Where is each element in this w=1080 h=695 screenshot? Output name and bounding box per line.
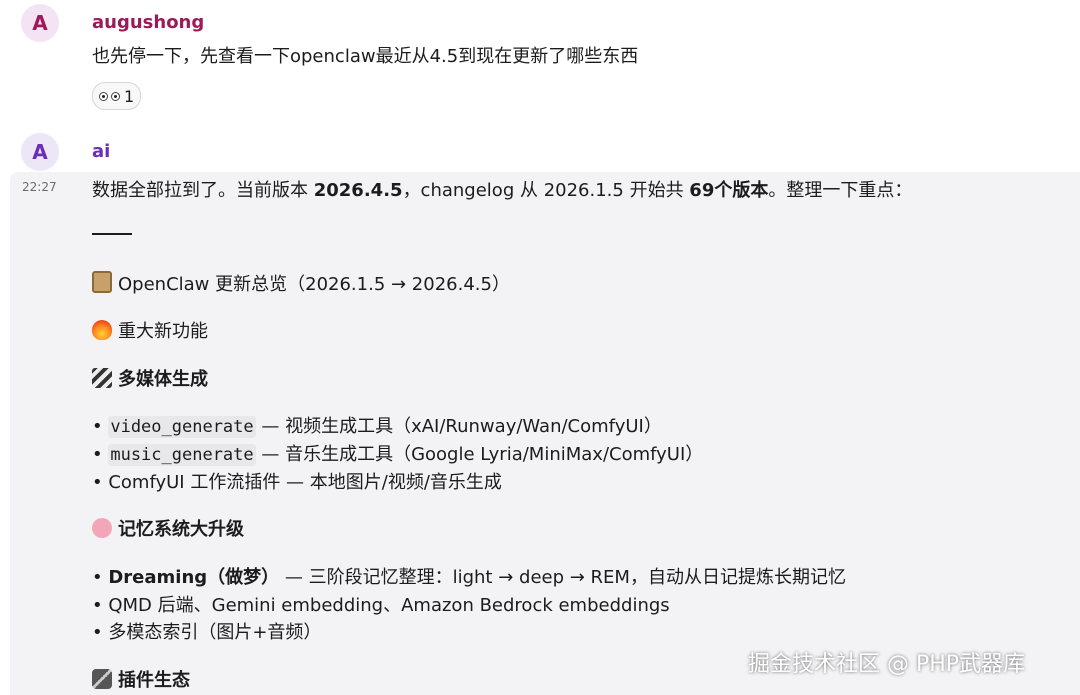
divider — [92, 233, 132, 235]
avatar-letter: A — [32, 11, 48, 35]
fire-icon — [92, 320, 112, 340]
list-text: ComfyUI 工作流插件 — 本地图片/视频/音乐生成 — [108, 472, 502, 493]
username[interactable]: ai — [92, 141, 110, 162]
intro-text: 。整理一下重点： — [768, 180, 913, 201]
list-text: 多模态索引（图片+音频） — [108, 622, 322, 643]
avatar-letter: A — [32, 140, 48, 164]
plug-icon — [92, 669, 112, 689]
overview-line: OpenClaw 更新总览（2026.1.5 → 2026.4.5） — [92, 270, 510, 296]
major-line: 重大新功能 — [92, 317, 208, 343]
avatar[interactable]: A — [21, 4, 59, 42]
section-title-plugins: 插件生态 — [92, 666, 190, 692]
clapper-board-icon — [92, 368, 112, 388]
overview-text: OpenClaw 更新总览（2026.1.5 → 2026.4.5） — [118, 274, 510, 295]
avatar[interactable]: A — [21, 133, 59, 171]
reaction-eyes[interactable]: 1 — [92, 82, 142, 110]
clipboard-icon — [92, 271, 112, 293]
username[interactable]: augushong — [92, 12, 204, 33]
list-item: • QMD 后端、Gemini embedding、Amazon Bedrock… — [92, 595, 670, 616]
section-title: 多媒体生成 — [118, 369, 208, 390]
list-item: • ComfyUI 工作流插件 — 本地图片/视频/音乐生成 — [92, 472, 502, 493]
watermark: 掘金技术社区 @ PHP武器库 — [748, 652, 1026, 677]
section-title-memory: 记忆系统大升级 — [92, 515, 244, 541]
list-item: • Dreaming（做梦） — 三阶段记忆整理：light → deep → … — [92, 567, 846, 588]
list-item: • music_generate — 音乐生成工具（Google Lyria/M… — [92, 444, 704, 466]
reaction-count: 1 — [124, 86, 135, 106]
intro-text: ，changelog 从 2026.1.5 开始共 — [402, 180, 690, 201]
list-item: • 多模态索引（图片+音频） — [92, 622, 322, 643]
list-bold: Dreaming（做梦） — [108, 567, 280, 588]
timestamp[interactable]: 22:27 — [22, 180, 57, 194]
message-text: 也先停一下，先查看一下openclaw最近从4.5到现在更新了哪些东西 — [92, 46, 639, 67]
count-bold: 69个版本 — [689, 180, 769, 201]
list-text: — 音乐生成工具（Google Lyria/MiniMax/ComfyUI） — [255, 444, 704, 465]
list-text: — 视频生成工具（xAI/Runway/Wan/ComfyUI） — [255, 416, 662, 437]
list-text: — 三阶段记忆整理：light → deep → REM，自动从日记提炼长期记忆 — [279, 567, 846, 588]
message-intro: 数据全部拉到了。当前版本 2026.4.5，changelog 从 2026.1… — [92, 176, 912, 202]
version-bold: 2026.4.5 — [313, 180, 403, 201]
major-text: 重大新功能 — [118, 321, 208, 342]
list-item: • video_generate — 视频生成工具（xAI/Runway/Wan… — [92, 416, 662, 438]
eyes-icon — [99, 91, 120, 101]
section-title: 插件生态 — [118, 670, 190, 691]
brain-icon — [92, 518, 112, 538]
code-inline: video_generate — [108, 416, 256, 438]
intro-text: 数据全部拉到了。当前版本 — [92, 180, 314, 201]
section-title-media: 多媒体生成 — [92, 365, 208, 391]
list-text: QMD 后端、Gemini embedding、Amazon Bedrock e… — [108, 595, 670, 616]
section-title: 记忆系统大升级 — [118, 519, 244, 540]
code-inline: music_generate — [108, 444, 256, 466]
